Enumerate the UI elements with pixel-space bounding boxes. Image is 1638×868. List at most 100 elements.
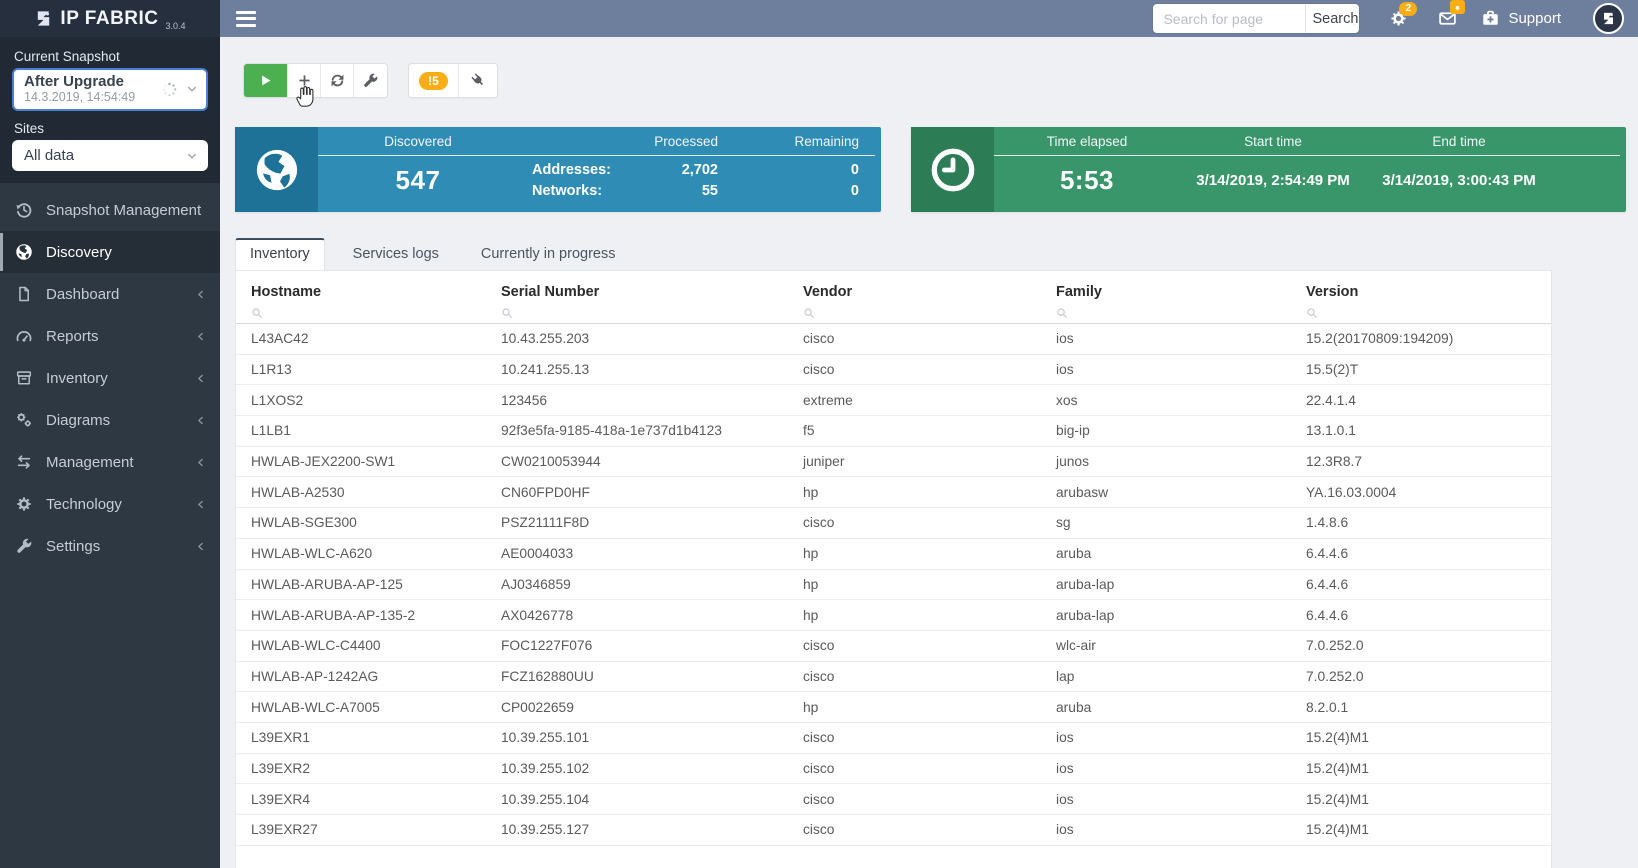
table-cell: junos <box>1056 454 1089 470</box>
clock-icon <box>911 127 994 212</box>
table-row[interactable]: L1R13 10.241.255.13 cisco ios 15.5(2)T <box>236 355 1551 386</box>
user-avatar[interactable] <box>1593 3 1624 34</box>
card-header: Remaining <box>794 134 859 149</box>
tab-inventory[interactable]: Inventory <box>235 238 325 270</box>
table-cell: aruba-lap <box>1056 576 1115 592</box>
table-cell: aruba <box>1056 699 1092 715</box>
table-row[interactable]: L39EXR1 10.39.255.101 cisco ios 15.2(4)M1 <box>236 723 1551 754</box>
support-button[interactable]: Support <box>1481 9 1561 28</box>
table-cell: 123456 <box>501 392 548 408</box>
wrench-icon <box>362 72 379 89</box>
table-cell: HWLAB-ARUBA-AP-125 <box>251 576 403 592</box>
table-cell: 10.43.255.203 <box>501 331 590 347</box>
app-logo[interactable]: IP FABRIC 3.0.4 <box>0 0 220 37</box>
start-discovery-button[interactable] <box>244 64 288 97</box>
table-row[interactable]: HWLAB-ARUBA-AP-135-2 AX0426778 hp aruba-lap… <box>236 600 1551 631</box>
sidebar-item-reports[interactable]: Reports <box>0 315 220 357</box>
table-row[interactable]: HWLAB-SGE300 PSZ21111F8D cisco sg 1.4.8.6 <box>236 508 1551 539</box>
sidebar-item-diagrams[interactable]: Diagrams <box>0 399 220 441</box>
sidebar-item-management[interactable]: Management <box>0 441 220 483</box>
table-cell: L1XOS2 <box>251 392 304 408</box>
tab-currently-in-progress[interactable]: Currently in progress <box>467 238 630 270</box>
snapshot-select[interactable]: After Upgrade 14.3.2019, 14:54:49 <box>12 68 208 111</box>
table-cell: ios <box>1056 331 1074 347</box>
sites-select[interactable]: All data <box>12 140 208 171</box>
table-row[interactable]: L39EXR2 10.39.255.102 cisco ios 15.2(4)M1 <box>236 754 1551 785</box>
table-cell: 12.3R8.7 <box>1306 454 1362 470</box>
refresh-button[interactable] <box>321 64 354 97</box>
column-filter-family[interactable] <box>1041 303 1291 323</box>
chevron-left-icon <box>195 373 206 384</box>
sidebar-item-dashboard[interactable]: Dashboard <box>0 273 220 315</box>
spinner-icon <box>161 81 178 98</box>
table-cell: cisco <box>803 638 835 654</box>
table-cell: HWLAB-AP-1242AG <box>251 668 379 684</box>
card-header: Processed <box>654 134 718 149</box>
table-row[interactable]: HWLAB-A2530 CN60FPD0HF hp arubasw YA.16.03.0… <box>236 477 1551 509</box>
table-row[interactable]: HWLAB-AP-1242AG FCZ162880UU cisco lap 7.0.25… <box>236 662 1551 693</box>
current-snapshot-label: Current Snapshot <box>14 49 120 64</box>
column-header-version[interactable]: Version <box>1291 283 1551 303</box>
column-filter-hostname[interactable] <box>236 303 486 323</box>
table-row[interactable]: HWLAB-WLC-A620 AE0004033 hp aruba 6.4.4.6 <box>236 539 1551 570</box>
table-cell: cisco <box>803 362 835 378</box>
table-row[interactable]: HWLAB-ARUBA-AP-125 AJ0346859 hp aruba-lap 6.… <box>236 570 1551 601</box>
column-filter-serial-number[interactable] <box>486 303 788 323</box>
card-header: End time <box>1432 134 1486 149</box>
search-icon <box>1056 307 1068 319</box>
avatar-logo-icon <box>1601 11 1616 26</box>
table-row[interactable]: L1LB1 92f3e5fa-9185-418a-1e737d1b4123 f5 bi… <box>236 416 1551 447</box>
table-row[interactable]: HWLAB-WLC-C4400 FOC1227F076 cisco wlc-air 7.… <box>236 631 1551 662</box>
table-cell: L1R13 <box>251 362 292 378</box>
table-cell: 7.0.252.0 <box>1306 668 1364 684</box>
table-row[interactable]: L39EXR4 10.39.255.104 cisco ios 15.2(4)M1 <box>236 784 1551 815</box>
column-filter-vendor[interactable] <box>788 303 1041 323</box>
table-cell: 6.4.4.6 <box>1306 576 1349 592</box>
search-icon <box>803 307 815 319</box>
column-header-family[interactable]: Family <box>1041 283 1291 303</box>
column-header-vendor[interactable]: Vendor <box>788 283 1041 303</box>
search-button[interactable]: Search <box>1305 4 1360 33</box>
add-button[interactable] <box>288 64 321 97</box>
column-header-hostname[interactable]: Hostname <box>236 283 486 303</box>
connectivity-button[interactable] <box>459 64 497 97</box>
table-row[interactable]: HWLAB-JEX2200-SW1 CW0210053944 juniper juno… <box>236 447 1551 478</box>
tools-button[interactable] <box>354 64 387 97</box>
table-cell: 10.241.255.13 <box>501 362 590 378</box>
tab-services-logs[interactable]: Services logs <box>339 238 453 270</box>
sidebar-item-snapshot-management[interactable]: Snapshot Management <box>0 189 220 231</box>
alerts-button[interactable]: !5 <box>409 64 459 97</box>
stat-remaining: 0 <box>850 161 859 178</box>
column-filter-version[interactable] <box>1291 303 1551 323</box>
table-row[interactable]: HWLAB-WLC-A7005 CP0022659 hp aruba 8.2.0.1 <box>236 692 1551 723</box>
stat-remaining: 0 <box>850 182 859 199</box>
sidebar-item-settings[interactable]: Settings <box>0 525 220 567</box>
chevron-left-icon <box>195 415 206 426</box>
gauge-icon <box>15 327 33 345</box>
history-icon <box>15 201 33 219</box>
table-cell: L39EXR2 <box>251 760 311 776</box>
sidebar-item-label: Management <box>46 453 134 471</box>
table-row[interactable]: L1XOS2 123456 extreme xos 22.4.1.4 <box>236 385 1551 417</box>
sidebar-item-technology[interactable]: Technology <box>0 483 220 525</box>
table-row[interactable]: L39EXR27 10.39.255.127 cisco ios 15.2(4)M1 <box>236 815 1551 846</box>
sidebar-item-label: Inventory <box>46 369 108 387</box>
table-cell: 7.0.252.0 <box>1306 638 1364 654</box>
search-input[interactable] <box>1153 4 1306 33</box>
hamburger-menu-icon[interactable] <box>236 10 256 27</box>
sidebar-item-inventory[interactable]: Inventory <box>0 357 220 399</box>
column-header-serial-number[interactable]: Serial Number <box>486 283 788 303</box>
time-stats-card: Time elapsed Start time End time 5:53 3/… <box>911 127 1626 212</box>
table-row[interactable]: L43AC42 10.43.255.203 cisco ios 15.2(2017080… <box>236 324 1551 355</box>
card-header: Start time <box>1244 134 1302 149</box>
card-header: Discovered <box>384 134 452 149</box>
table-cell: cisco <box>803 515 835 531</box>
chevron-left-icon <box>195 331 206 342</box>
sidebar-item-discovery[interactable]: Discovery <box>0 231 220 273</box>
settings-notifications-button[interactable]: 2 <box>1389 2 1418 28</box>
table-cell: L43AC42 <box>251 331 309 347</box>
wrench-icon <box>15 537 33 555</box>
alert-count-badge: !5 <box>419 71 448 90</box>
messages-button[interactable] <box>1438 0 1466 28</box>
stat-label: Networks: <box>532 182 603 199</box>
